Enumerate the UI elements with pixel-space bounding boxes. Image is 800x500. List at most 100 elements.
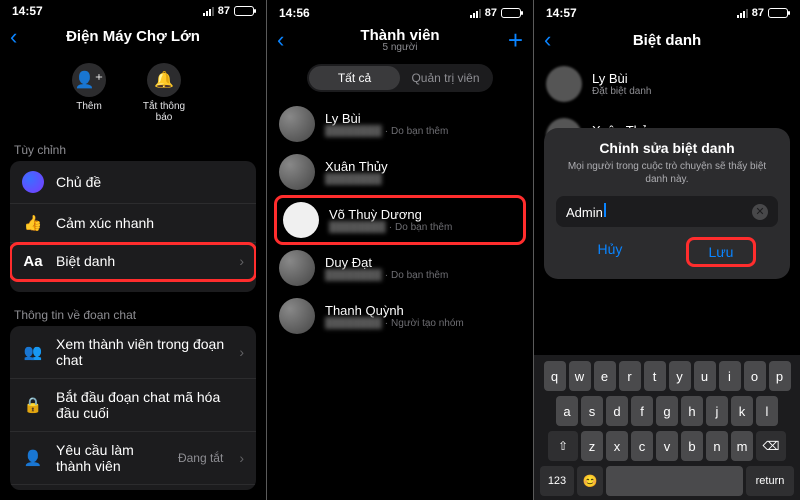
kb-row-3: ⇧ zxcvbnm ⌫ <box>537 431 797 461</box>
member-row[interactable]: Ly Bùi ████████ · Do bạn thêm <box>267 100 533 148</box>
tab-admins[interactable]: Quản trị viên <box>400 66 491 90</box>
sheet-buttons: Hủy Lưu <box>556 237 778 267</box>
key-z[interactable]: z <box>581 431 603 461</box>
clear-input-button[interactable]: ✕ <box>752 204 768 220</box>
status-time: 14:57 <box>546 6 577 20</box>
cancel-button[interactable]: Hủy <box>578 237 643 267</box>
nav-bar: ‹ Điện Máy Chợ Lớn <box>0 19 266 55</box>
key-s[interactable]: s <box>581 396 603 426</box>
key-p[interactable]: p <box>769 361 791 391</box>
row-quick-emoji[interactable]: 👍 Cảm xúc nhanh <box>10 204 256 243</box>
lock-icon: 🔒 <box>22 396 44 414</box>
status-time: 14:56 <box>279 6 310 20</box>
customize-list: Chủ đề 👍 Cảm xúc nhanh Aa Biệt danh › ✦ … <box>10 161 256 292</box>
key-e[interactable]: e <box>594 361 616 391</box>
screen-members: 14:56 87 ‹ Thành viên 5 người + Tất cả Q… <box>267 0 533 500</box>
signal-icon <box>737 9 748 18</box>
key-v[interactable]: v <box>656 431 678 461</box>
sheet-description: Mọi người trong cuộc trò chuyện sẽ thấy … <box>556 160 778 186</box>
add-people-button[interactable]: 👤⁺ Thêm <box>72 63 106 123</box>
key-x[interactable]: x <box>606 431 628 461</box>
aa-icon: Aa <box>22 253 44 270</box>
key-g[interactable]: g <box>656 396 678 426</box>
key-r[interactable]: r <box>619 361 641 391</box>
chevron-right-icon: › <box>239 450 244 466</box>
keyboard: qwertyuiop asdfghjkl ⇧ zxcvbnm ⌫ 123 😊 r… <box>534 355 800 500</box>
avatar <box>279 154 315 190</box>
quick-actions: 👤⁺ Thêm 🔔 Tắt thông báo <box>0 55 266 137</box>
key-t[interactable]: t <box>644 361 666 391</box>
row-theme[interactable]: Chủ đề <box>10 161 256 204</box>
nickname-input[interactable]: Admin ✕ <box>556 196 778 227</box>
key-b[interactable]: b <box>681 431 703 461</box>
key-l[interactable]: l <box>756 396 778 426</box>
kb-row-1: qwertyuiop <box>537 361 797 391</box>
battery-pct: 87 <box>485 7 497 19</box>
avatar <box>279 250 315 286</box>
key-w[interactable]: w <box>569 361 591 391</box>
status-bar: 14:57 87 <box>534 0 800 22</box>
key-k[interactable]: k <box>731 396 753 426</box>
member-tabs: Tất cả Quản trị viên <box>307 64 493 92</box>
key-u[interactable]: u <box>694 361 716 391</box>
key-y[interactable]: y <box>669 361 691 391</box>
numbers-key[interactable]: 123 <box>540 466 574 496</box>
chat-info-list: 👥 Xem thành viên trong đoạn chat › 🔒 Bắt… <box>10 326 256 490</box>
key-n[interactable]: n <box>706 431 728 461</box>
battery-pct: 87 <box>218 5 230 17</box>
row-nicknames[interactable]: Aa Biệt danh › <box>10 243 256 281</box>
battery-icon <box>501 8 521 18</box>
signal-icon <box>203 7 214 16</box>
row-invite-link[interactable]: 🔗 Liên kết mời Đang tắt › <box>10 485 256 490</box>
status-right: 87 <box>470 7 521 19</box>
return-key[interactable]: return <box>746 466 794 496</box>
member-row[interactable]: Xuân Thủy ████████ <box>267 148 533 196</box>
key-h[interactable]: h <box>681 396 703 426</box>
member-row[interactable]: Thanh Quỳnh ████████ · Người tạo nhóm <box>267 292 533 340</box>
avatar <box>283 202 319 238</box>
emoji-key[interactable]: 😊 <box>577 466 603 496</box>
key-c[interactable]: c <box>631 431 653 461</box>
shift-key[interactable]: ⇧ <box>548 431 578 461</box>
key-i[interactable]: i <box>719 361 741 391</box>
key-a[interactable]: a <box>556 396 578 426</box>
back-button[interactable]: ‹ <box>277 27 297 53</box>
row-view-members[interactable]: 👥 Xem thành viên trong đoạn chat › <box>10 326 256 379</box>
row-member-approval[interactable]: 👤 Yêu cầu làm thành viên Đang tắt › <box>10 432 256 485</box>
row-e2e[interactable]: 🔒 Bắt đầu đoạn chat mã hóa đầu cuối <box>10 379 256 432</box>
status-right: 87 <box>203 5 254 17</box>
key-j[interactable]: j <box>706 396 728 426</box>
delete-key[interactable]: ⌫ <box>756 431 786 461</box>
section-customize: Tùy chỉnh <box>0 137 266 161</box>
member-row-selected[interactable]: Võ Thuỳ Dương ████████ · Do bạn thêm <box>275 196 525 244</box>
page-title: Biệt danh <box>564 32 770 49</box>
key-o[interactable]: o <box>744 361 766 391</box>
key-d[interactable]: d <box>606 396 628 426</box>
save-button[interactable]: Lưu <box>686 237 757 267</box>
nickname-row[interactable]: Ly Bùi Đặt biệt danh <box>534 58 800 110</box>
key-m[interactable]: m <box>731 431 753 461</box>
status-right: 87 <box>737 7 788 19</box>
tab-all[interactable]: Tất cả <box>309 66 400 90</box>
theme-icon <box>22 171 44 193</box>
key-q[interactable]: q <box>544 361 566 391</box>
chevron-right-icon: › <box>239 253 244 269</box>
kb-row-4: 123 😊 return <box>537 466 797 496</box>
text-cursor <box>604 203 606 217</box>
add-person-icon: 👤⁺ <box>75 70 103 90</box>
page-title: Điện Máy Chợ Lớn <box>30 28 236 45</box>
space-key[interactable] <box>606 466 743 496</box>
signal-icon <box>470 9 481 18</box>
status-bar: 14:56 87 <box>267 0 533 22</box>
mute-button[interactable]: 🔔 Tắt thông báo <box>134 63 194 123</box>
back-button[interactable]: ‹ <box>10 24 30 50</box>
row-word-effects[interactable]: ✦ Hiệu ứng từ ngữ <box>10 281 256 292</box>
people-icon: 👥 <box>22 343 44 361</box>
person-check-icon: 👤 <box>22 449 44 467</box>
key-f[interactable]: f <box>631 396 653 426</box>
add-member-button[interactable]: + <box>503 25 523 56</box>
chevron-right-icon: › <box>239 344 244 360</box>
member-row[interactable]: Duy Đạt ████████ · Do bạn thêm <box>267 244 533 292</box>
edit-nickname-sheet: Chỉnh sửa biệt danh Mọi người trong cuộc… <box>544 128 790 279</box>
back-button[interactable]: ‹ <box>544 27 564 53</box>
